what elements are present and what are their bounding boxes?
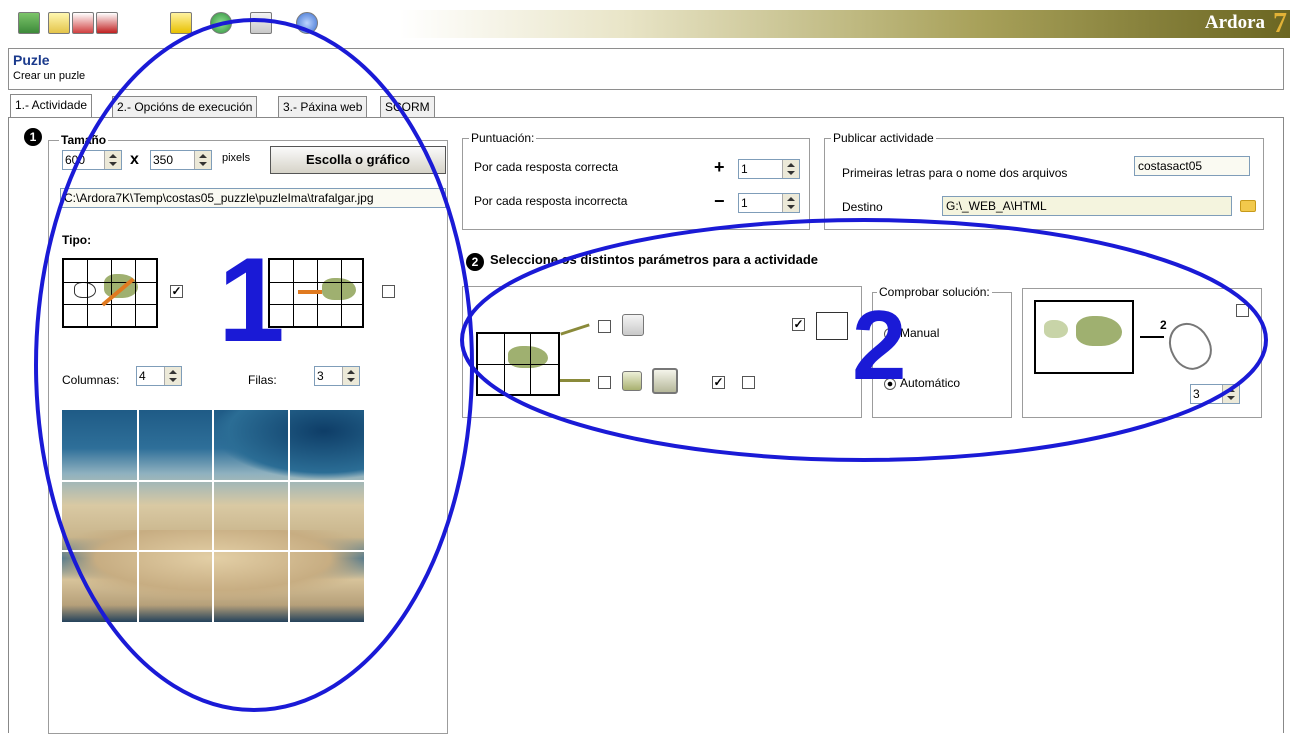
annotation-number-1: 1: [218, 233, 285, 367]
annotation-overlay: [34, 18, 1268, 712]
annotation-number-2: 2: [852, 290, 907, 400]
